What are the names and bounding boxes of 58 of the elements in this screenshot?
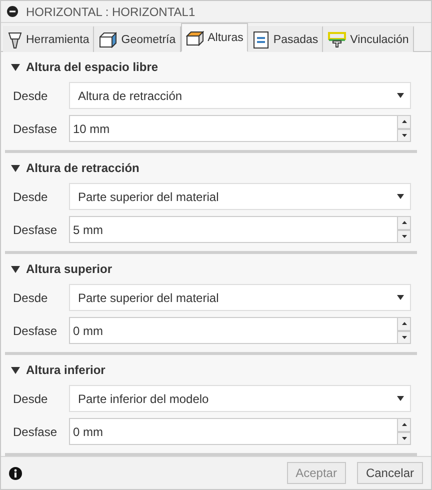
caret-up-icon: [402, 423, 406, 426]
increment-button[interactable]: [397, 317, 411, 331]
dropdown[interactable]: Altura de retracción: [69, 82, 411, 110]
decrement-button[interactable]: [397, 128, 411, 142]
layers-icon: [253, 30, 270, 49]
window-title: HORIZONTAL : HORIZONTAL1: [26, 4, 196, 18]
caret-down-icon: [402, 234, 406, 238]
field-label: Desfase: [12, 424, 58, 439]
caret-icon: [397, 295, 404, 300]
dropdown[interactable]: Parte inferior del modelo: [69, 385, 411, 412]
decrement-button[interactable]: [397, 330, 411, 344]
field-label: Desde: [12, 392, 49, 406]
caret-icon: [397, 93, 404, 98]
decrement-button[interactable]: [397, 432, 411, 446]
caret-icon: [11, 366, 20, 374]
tab[interactable]: Alturas: [180, 23, 248, 52]
tab[interactable]: Pasadas: [248, 26, 324, 52]
block-icon: [186, 30, 204, 46]
field-label: Desde: [12, 88, 49, 103]
dialog-button[interactable]: Cancelar: [356, 462, 423, 484]
field-label: Desfase: [12, 324, 58, 338]
caret-up-icon: [402, 120, 406, 124]
linking-icon: [328, 32, 346, 48]
field-label: Desde: [12, 190, 49, 204]
input-field[interactable]: 0 mm: [69, 317, 397, 344]
increment-button[interactable]: [397, 216, 411, 230]
dropdown[interactable]: Parte superior del material: [69, 183, 411, 210]
field-label: Desde: [12, 290, 49, 305]
section-header[interactable]: Altura superior: [11, 260, 112, 278]
section-header[interactable]: Altura de retracción: [11, 159, 140, 178]
tab[interactable]: Vinculación: [323, 26, 414, 52]
caret-icon: [397, 396, 404, 402]
dropdown[interactable]: Parte superior del material: [69, 284, 411, 312]
caret-up-icon: [402, 322, 406, 326]
field-label: Desfase: [12, 222, 58, 237]
decrement-button[interactable]: [397, 230, 411, 244]
caret-icon: [11, 266, 20, 273]
tab[interactable]: Herramienta: [3, 26, 94, 52]
caret-icon: [11, 64, 20, 71]
caret-icon: [397, 194, 404, 200]
minus-circle-icon[interactable]: [7, 6, 18, 17]
field-label: Desfase: [12, 122, 58, 136]
caret-icon: [11, 164, 20, 172]
caret-down-icon: [402, 436, 406, 440]
increment-button[interactable]: [397, 115, 411, 129]
input-field[interactable]: 5 mm: [69, 216, 397, 244]
tab[interactable]: Geometría: [94, 26, 181, 52]
end-mill-icon: [8, 30, 22, 49]
increment-button[interactable]: [397, 418, 411, 432]
section-header[interactable]: Altura inferior: [11, 361, 106, 380]
caret-down-icon: [402, 336, 406, 339]
caret-down-icon: [402, 134, 406, 137]
input-field[interactable]: 10 mm: [69, 115, 397, 142]
input-field[interactable]: 0 mm: [69, 418, 397, 446]
section-header[interactable]: Altura del espacio libre: [11, 58, 158, 76]
caret-up-icon: [402, 221, 406, 224]
cube-icon: [99, 32, 118, 48]
info-icon[interactable]: [9, 466, 22, 480]
